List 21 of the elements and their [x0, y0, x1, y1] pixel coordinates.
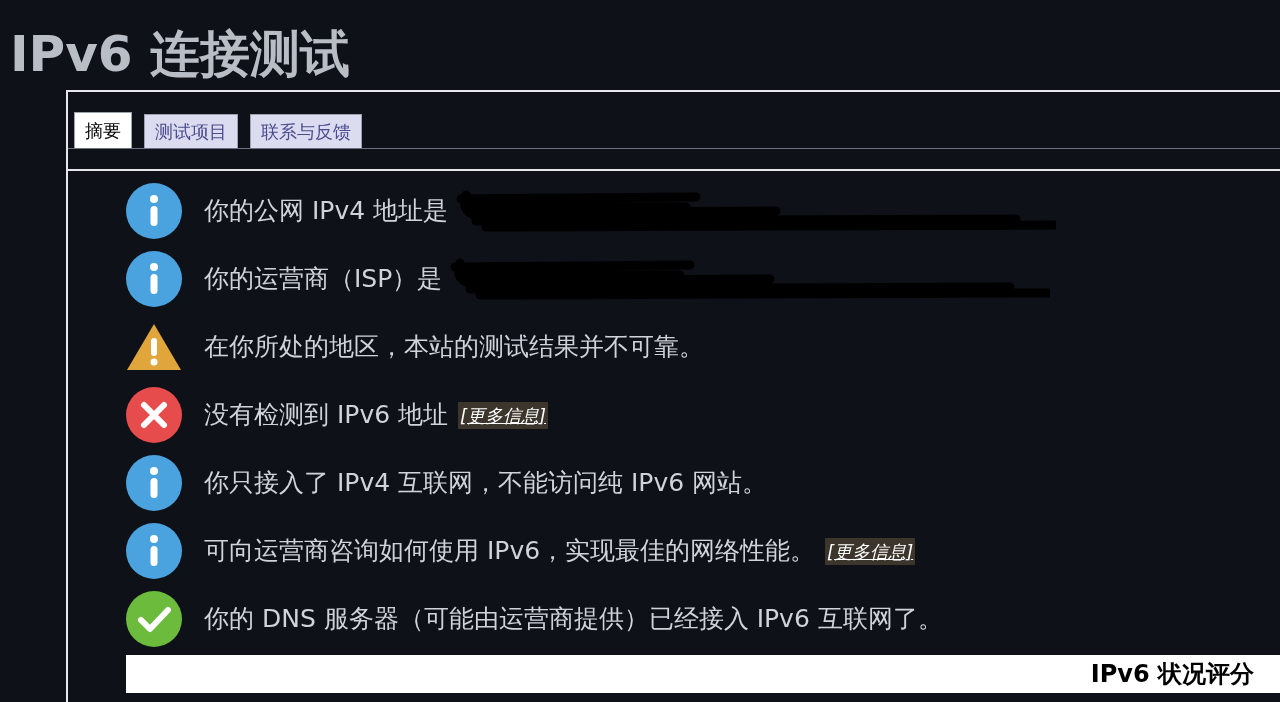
result-text: 没有检测到 IPv6 地址 — [204, 399, 449, 432]
info-icon — [126, 183, 182, 239]
result-text: 你的 DNS 服务器（可能由运营商提供）已经接入 IPv6 互联网了。 — [204, 603, 943, 636]
result-text: 可向运营商咨询如何使用 IPv6，实现最佳的网络性能。 — [204, 535, 816, 568]
info-icon — [126, 523, 182, 579]
more-info-link[interactable]: [更多信息] — [458, 401, 549, 429]
tab[interactable]: 摘要 — [74, 112, 132, 148]
info-icon — [126, 455, 182, 511]
info-icon — [126, 251, 182, 307]
more-info-link[interactable]: [更多信息] — [825, 537, 916, 565]
error-icon — [126, 387, 182, 443]
result-text: 在你所处的地区，本站的测试结果并不可靠。 — [204, 331, 704, 364]
page-title: IPv6 连接测试 — [10, 24, 351, 85]
result-text: 你的公网 IPv4 地址是 — [204, 195, 449, 228]
tab[interactable]: 联系与反馈 — [250, 114, 362, 148]
result-text: 你的运营商（ISP）是 — [204, 263, 443, 296]
result-text: 你只接入了 IPv4 互联网，不能访问纯 IPv6 网站。 — [204, 467, 768, 500]
score-header: IPv6 状况评分 — [1090, 659, 1254, 690]
warning-icon — [126, 322, 182, 372]
check-icon — [126, 591, 182, 647]
tab[interactable]: 测试项目 — [144, 114, 238, 148]
